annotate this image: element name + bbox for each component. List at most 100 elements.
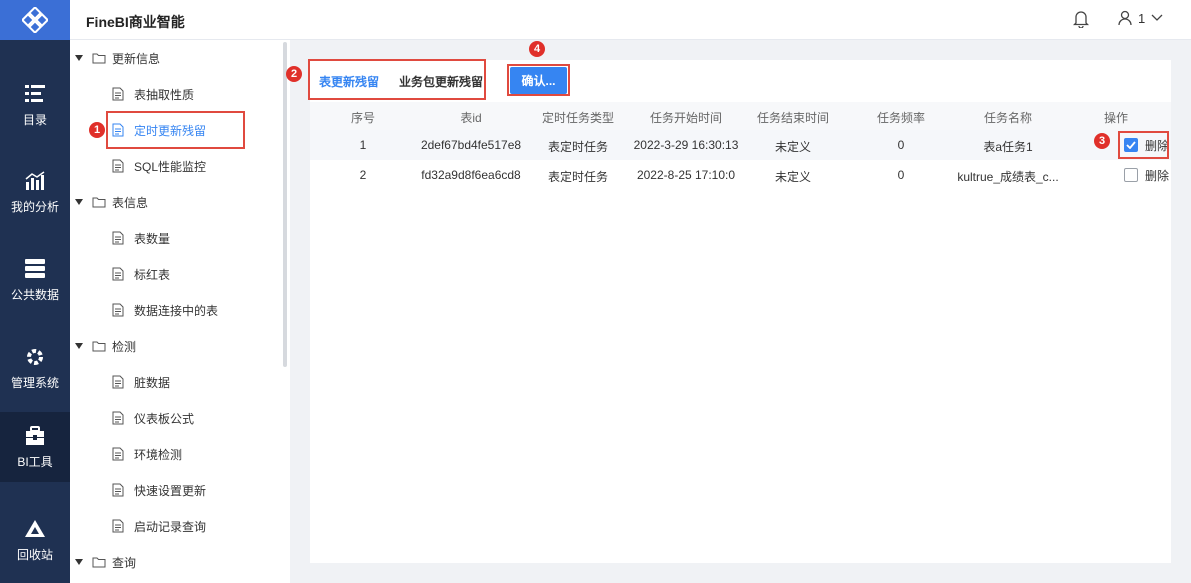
- delete-checkbox[interactable]: [1124, 168, 1138, 182]
- tree-group-detection[interactable]: 检测: [74, 336, 136, 356]
- nav-label: 管理系统: [10, 375, 59, 390]
- user-menu[interactable]: 1: [1118, 10, 1163, 26]
- nav-item-bi-tools[interactable]: BI工具: [0, 412, 70, 482]
- cell-table-id: 2def67bd4fe517e8: [420, 138, 522, 152]
- tree-item-label: 环境检测: [134, 447, 183, 462]
- nav-label: BI工具: [17, 454, 53, 469]
- column-header-task-type: 定时任务类型: [541, 111, 615, 125]
- cell-table-id: fd32a9d8f6ea6cd8: [421, 168, 521, 182]
- nav-item-my-analysis[interactable]: 我的分析: [0, 157, 70, 227]
- logo-icon: [22, 7, 48, 33]
- caret-down-icon: [74, 53, 84, 63]
- document-icon: [112, 87, 124, 101]
- app-title: FineBI商业智能: [86, 14, 185, 30]
- tree-group-query[interactable]: 查询: [74, 552, 136, 572]
- tree-item-label: 表抽取性质: [134, 87, 195, 102]
- cell-start-time: 2022-3-29 16:30:13: [633, 138, 739, 152]
- tree-group-table-info[interactable]: 表信息: [74, 192, 148, 212]
- tree-item-label: 仪表板公式: [134, 411, 195, 426]
- nav-item-catalog[interactable]: 目录: [0, 70, 70, 140]
- bell-icon[interactable]: [1072, 10, 1090, 31]
- highlight-box-2: [308, 59, 486, 100]
- highlight-box-3: [1118, 131, 1169, 159]
- step-badge-2: 2: [286, 66, 302, 82]
- nav-label: 我的分析: [10, 199, 59, 214]
- cell-index: 1: [359, 138, 367, 152]
- recycle-icon: [24, 518, 46, 540]
- tree-item-label: 表数量: [134, 231, 171, 246]
- folder-icon: [92, 340, 106, 352]
- folder-icon: [92, 196, 106, 208]
- step-badge-4: 4: [529, 41, 545, 57]
- cell-start-time: 2022-8-25 17:10:0: [636, 168, 736, 182]
- column-header-end-time: 任务结束时间: [756, 111, 830, 125]
- folder-icon: [92, 52, 106, 64]
- tree-item-extract-nature[interactable]: 表抽取性质: [112, 84, 194, 104]
- column-header-task-name: 任务名称: [983, 111, 1033, 125]
- chevron-down-icon: [1151, 14, 1163, 21]
- step-badge-1: 1: [89, 122, 105, 138]
- tree-item-label: SQL性能监控: [134, 159, 207, 174]
- nav-label: 公共数据: [10, 287, 59, 302]
- user-name: 1: [1138, 10, 1146, 26]
- cell-frequency: 0: [897, 168, 905, 182]
- cell-index: 2: [359, 168, 367, 182]
- gear-icon: [24, 346, 46, 368]
- tree-group-label: 查询: [112, 555, 137, 570]
- highlight-box-1: [106, 111, 245, 149]
- caret-down-icon: [74, 557, 84, 567]
- tree-item-env-check[interactable]: 环境检测: [112, 444, 182, 464]
- tree-group-label: 更新信息: [112, 51, 161, 66]
- document-icon: [112, 447, 124, 461]
- tree-group-label: 检测: [112, 339, 137, 354]
- tree-item-label: 脏数据: [134, 375, 171, 390]
- document-icon: [112, 303, 124, 317]
- tree-item-startup-log[interactable]: 启动记录查询: [112, 516, 206, 536]
- tree-item-connection-tables[interactable]: 数据连接中的表: [112, 300, 218, 320]
- nav-item-recycle[interactable]: 回收站: [0, 505, 70, 575]
- document-icon: [112, 375, 124, 389]
- tree-item-red-tables[interactable]: 标红表: [112, 264, 170, 284]
- cell-end-time: 未定义: [774, 140, 812, 154]
- tree-item-label: 数据连接中的表: [134, 303, 219, 318]
- column-header-table-id: 表id: [460, 111, 482, 125]
- tree-item-label: 标红表: [134, 267, 171, 282]
- left-nav: 目录 我的分析 公共数据 管理系统 BI工具 回收站: [0, 0, 70, 583]
- tree-item-dirty-data[interactable]: 脏数据: [112, 372, 170, 392]
- folder-icon: [92, 556, 106, 568]
- cell-frequency: 0: [897, 138, 905, 152]
- tree-item-sql-monitor[interactable]: SQL性能监控: [112, 156, 206, 176]
- column-header-action: 操作: [1103, 111, 1129, 125]
- nav-label: 回收站: [16, 547, 53, 562]
- delete-label[interactable]: 删除: [1145, 167, 1169, 184]
- document-icon: [112, 267, 124, 281]
- document-icon: [112, 411, 124, 425]
- tree-group-update-info[interactable]: 更新信息: [74, 48, 160, 68]
- top-bar: FineBI商业智能 1: [70, 0, 1191, 40]
- cell-task-name: kultrue_成绩表_c...: [957, 170, 1059, 184]
- column-header-start-time: 任务开始时间: [649, 111, 723, 125]
- tree-scrollbar[interactable]: [283, 42, 287, 367]
- cell-task-type: 表定时任务: [547, 140, 609, 154]
- column-header-index: 序号: [350, 111, 376, 125]
- public-data-icon: [24, 258, 46, 280]
- caret-down-icon: [74, 341, 84, 351]
- cell-task-name: 表a任务1: [983, 140, 1033, 154]
- tree-item-quick-update[interactable]: 快速设置更新: [112, 480, 206, 500]
- nav-item-public-data[interactable]: 公共数据: [0, 245, 70, 315]
- step-badge-3: 3: [1094, 133, 1110, 149]
- analysis-icon: [24, 170, 46, 192]
- caret-down-icon: [74, 197, 84, 207]
- tree-item-table-count[interactable]: 表数量: [112, 228, 170, 248]
- document-icon: [112, 231, 124, 245]
- catalog-icon: [24, 83, 46, 105]
- document-icon: [112, 519, 124, 533]
- table-header: [310, 102, 1171, 130]
- tree-group-label: 表信息: [112, 195, 149, 210]
- nav-item-management[interactable]: 管理系统: [0, 333, 70, 403]
- tree-item-dashboard-formula[interactable]: 仪表板公式: [112, 408, 194, 428]
- tree-item-label: 快速设置更新: [134, 483, 207, 498]
- toolbox-icon: [24, 425, 46, 447]
- logo[interactable]: [0, 0, 70, 40]
- nav-label: 目录: [22, 112, 47, 127]
